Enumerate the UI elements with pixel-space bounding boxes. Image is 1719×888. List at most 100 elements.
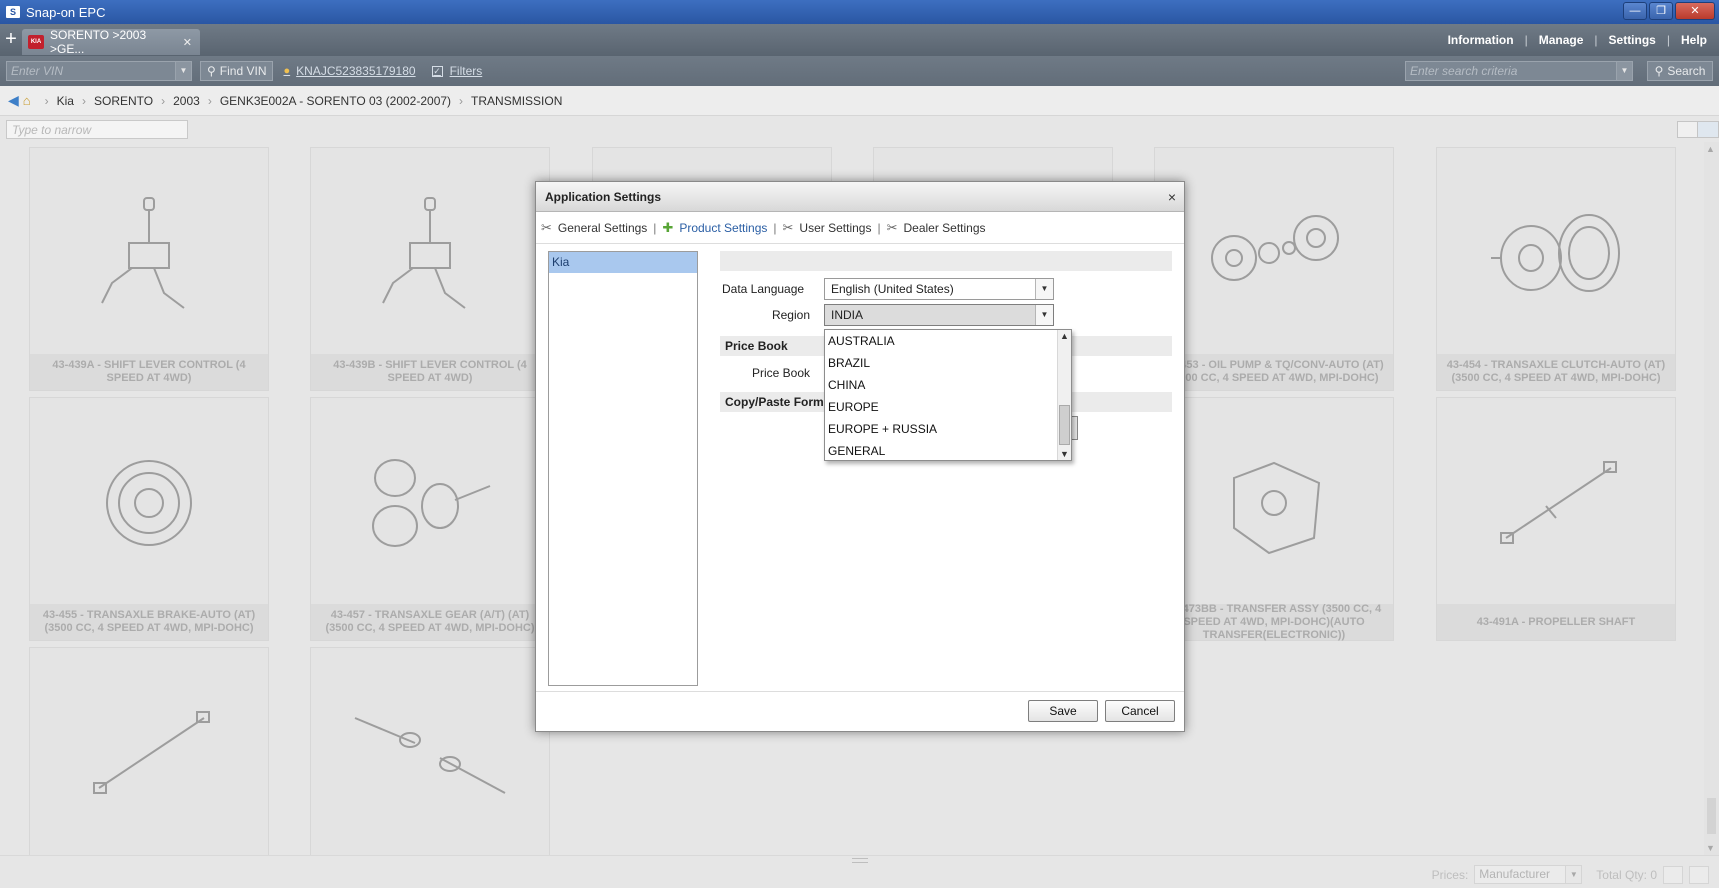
tab-close-icon[interactable]: ✕: [183, 36, 192, 49]
vehicle-icon: ●: [283, 65, 291, 77]
wrench-icon: ✂: [886, 219, 898, 235]
price-book-row: Price Book: [720, 362, 824, 384]
tab-product-settings[interactable]: ✚ Product Settings: [662, 220, 767, 236]
breadcrumb-item[interactable]: TRANSMISSION: [471, 94, 562, 108]
wrench-icon: ✂: [782, 219, 794, 235]
dialog-tabs: ✂ General Settings | ✚ Product Settings …: [536, 212, 1184, 244]
search-input[interactable]: Enter search criteria: [1405, 61, 1617, 81]
breadcrumb-item[interactable]: GENK3E002A - SORENTO 03 (2002-2007): [220, 94, 451, 108]
chevron-down-icon[interactable]: ▼: [1035, 305, 1053, 325]
dialog-close-icon[interactable]: ×: [1168, 182, 1176, 212]
region-dropdown-list: AUSTRALIA BRAZIL CHINA EUROPE EUROPE + R…: [824, 329, 1072, 461]
menu-manage[interactable]: Manage: [1539, 33, 1584, 47]
menu-separator: |: [1594, 33, 1598, 47]
price-book-label: Price Book: [751, 366, 810, 380]
narrow-input[interactable]: Type to narrow: [6, 120, 188, 139]
scroll-down-icon[interactable]: ▼: [1060, 449, 1069, 459]
kia-logo-icon: KIA: [28, 35, 44, 49]
breadcrumb-item[interactable]: Kia: [57, 94, 74, 108]
puzzle-icon: ✚: [662, 219, 674, 235]
minimize-button[interactable]: —: [1623, 2, 1647, 20]
region-value: INDIA: [831, 308, 864, 322]
dialog-footer: Save Cancel: [536, 691, 1184, 731]
filters-toggle[interactable]: ✓ Filters: [431, 64, 483, 78]
cancel-button[interactable]: Cancel: [1105, 700, 1175, 722]
tab-bar: + KIA SORENTO >2003 >GE... ✕ Information…: [0, 24, 1719, 56]
wrench-icon: ✂: [541, 219, 552, 235]
back-arrow-icon[interactable]: ◀: [8, 92, 19, 109]
dialog-titlebar: Application Settings ×: [536, 182, 1184, 212]
data-language-select[interactable]: English (United States) ▼: [824, 278, 1054, 300]
form-header-bar: [720, 251, 1172, 271]
data-language-label: Data Language: [722, 282, 805, 296]
maximize-button[interactable]: ❐: [1649, 2, 1673, 20]
menu-information[interactable]: Information: [1448, 33, 1514, 47]
search-icon: ⚲: [1654, 64, 1664, 78]
top-menu: Information | Manage | Settings | Help: [1448, 24, 1707, 56]
chevron-down-icon[interactable]: ▼: [1617, 61, 1633, 81]
window-controls: — ❐ ✕: [1623, 2, 1715, 20]
tab-separator: |: [653, 220, 657, 235]
product-list: Kia: [548, 251, 698, 686]
breadcrumb: ◀ ⌂ › Kia › SORENTO › 2003 › GENK3E002A …: [0, 86, 1719, 116]
close-window-button[interactable]: ✕: [1675, 2, 1715, 20]
tab-separator: |: [877, 220, 881, 235]
list-view-icon[interactable]: [1677, 121, 1699, 138]
tab-general-settings[interactable]: ✂ General Settings: [541, 220, 647, 236]
dropdown-scrollbar[interactable]: ▲ ▼: [1057, 330, 1071, 460]
breadcrumb-separator: ›: [44, 93, 49, 108]
region-row: Region INDIA ▼: [720, 304, 1054, 326]
region-option[interactable]: AUSTRALIA: [825, 330, 1071, 352]
window-title: Snap-on EPC: [26, 4, 106, 20]
tab-sorento[interactable]: KIA SORENTO >2003 >GE... ✕: [22, 28, 200, 56]
search-wrap: Enter search criteria ▼: [1405, 61, 1633, 81]
save-button[interactable]: Save: [1028, 700, 1098, 722]
search-label: Search: [1667, 64, 1706, 78]
breadcrumb-separator: ›: [81, 93, 86, 108]
breadcrumb-item[interactable]: 2003: [173, 94, 200, 108]
find-vin-button[interactable]: ⚲ Find VIN: [200, 61, 274, 81]
scroll-thumb[interactable]: [1059, 405, 1070, 445]
menu-separator: |: [1524, 33, 1528, 47]
data-language-row: Data Language English (United States) ▼: [720, 278, 1054, 300]
tab-dealer-settings[interactable]: ✂ Dealer Settings: [887, 220, 986, 236]
vin-input[interactable]: Enter VIN: [6, 61, 176, 81]
region-label: Region: [771, 308, 810, 322]
tab-label: Dealer Settings: [903, 220, 986, 235]
region-option[interactable]: BRAZIL: [825, 352, 1071, 374]
tab-user-settings[interactable]: ✂ User Settings: [783, 220, 872, 236]
breadcrumb-separator: ›: [459, 93, 464, 108]
tab-label: Product Settings: [679, 220, 768, 235]
checkbox-icon[interactable]: ✓: [431, 65, 443, 77]
region-option[interactable]: CHINA: [825, 374, 1071, 396]
search-icon: ⚲: [207, 64, 216, 78]
breadcrumb-separator: ›: [161, 93, 166, 108]
tab-label: User Settings: [799, 220, 872, 235]
menu-help[interactable]: Help: [1681, 33, 1707, 47]
tab-label: SORENTO >2003 >GE...: [50, 28, 147, 56]
breadcrumb-separator: ›: [207, 93, 212, 108]
region-option[interactable]: EUROPE: [825, 396, 1071, 418]
filters-label: Filters: [449, 64, 483, 78]
menu-separator: |: [1666, 33, 1670, 47]
tab-separator: |: [773, 220, 777, 235]
list-item-kia[interactable]: Kia: [549, 252, 697, 273]
scroll-up-icon[interactable]: ▲: [1060, 331, 1069, 341]
region-select[interactable]: INDIA ▼: [824, 304, 1054, 326]
home-icon[interactable]: ⌂: [23, 93, 31, 108]
menu-settings[interactable]: Settings: [1609, 33, 1656, 47]
toolbar: Enter VIN ▼ ⚲ Find VIN ● KNAJC5238351791…: [0, 56, 1719, 86]
grid-view-icon[interactable]: [1697, 121, 1719, 138]
tab-label: General Settings: [557, 220, 648, 235]
chevron-down-icon[interactable]: ▼: [176, 61, 192, 81]
dialog-title: Application Settings: [545, 190, 662, 204]
chevron-down-icon[interactable]: ▼: [1035, 279, 1053, 299]
data-language-value: English (United States): [831, 282, 954, 296]
vin-link-text: KNAJC523835179180: [296, 64, 416, 78]
search-button[interactable]: ⚲ Search: [1647, 61, 1713, 81]
breadcrumb-item[interactable]: SORENTO: [94, 94, 153, 108]
vin-link[interactable]: ● KNAJC523835179180: [283, 64, 415, 78]
add-tab-icon[interactable]: +: [0, 24, 22, 56]
region-option[interactable]: EUROPE + RUSSIA: [825, 418, 1071, 440]
region-option[interactable]: GENERAL: [825, 440, 1071, 462]
